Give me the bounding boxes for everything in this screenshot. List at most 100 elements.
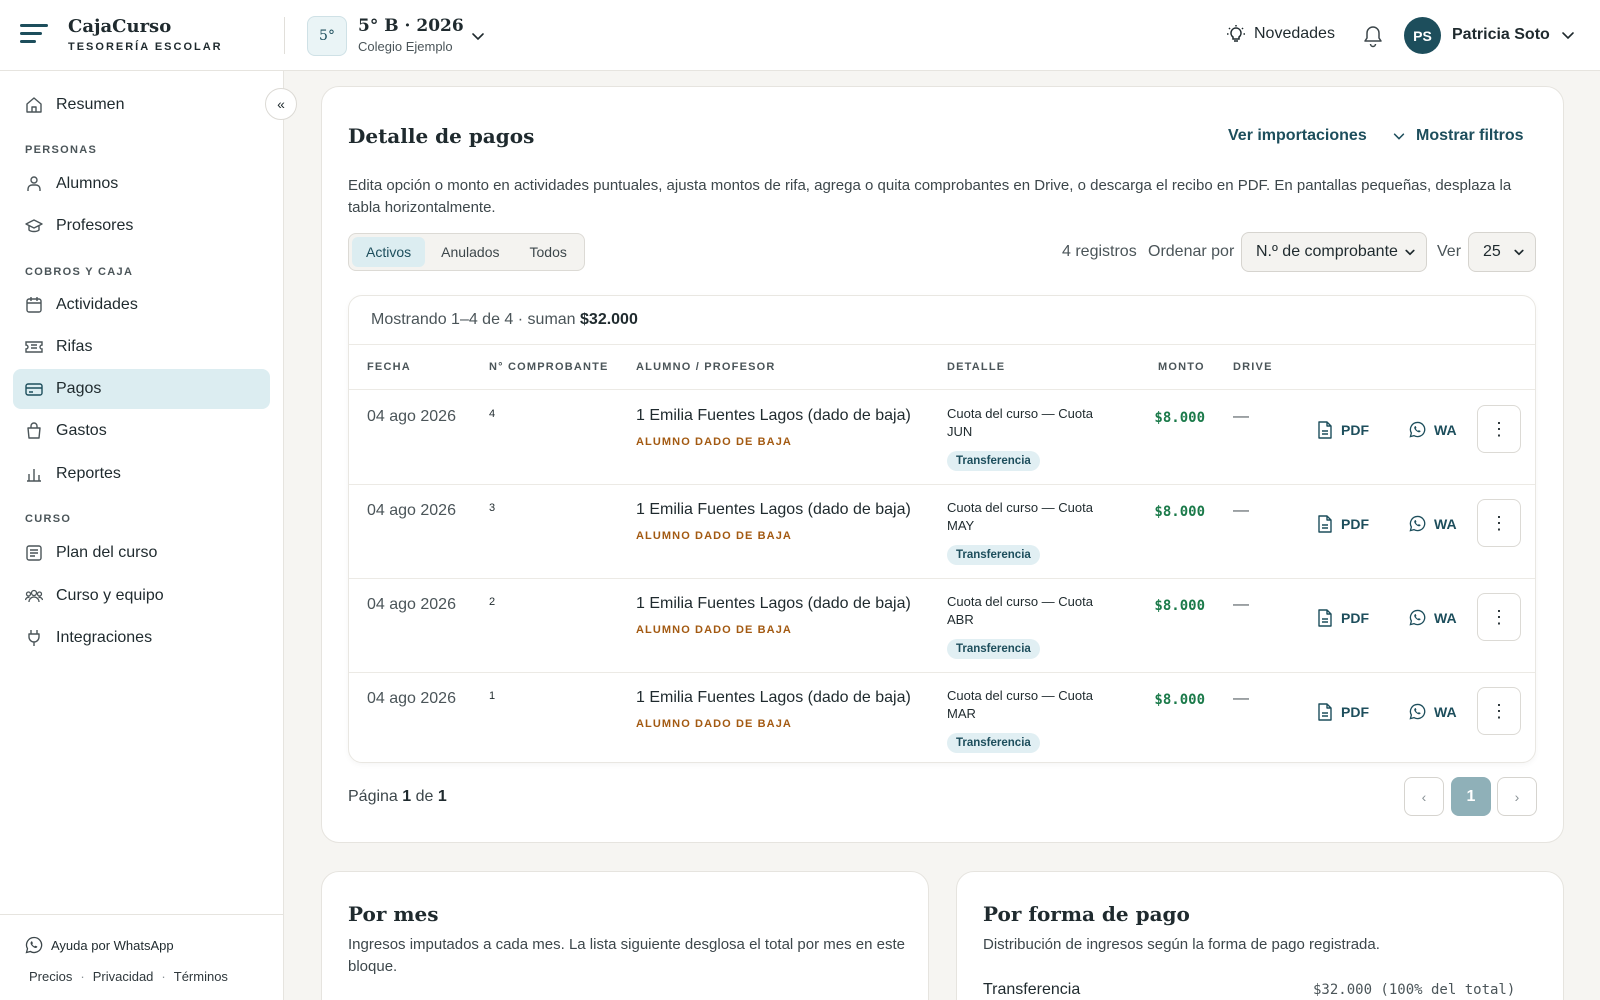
chevron-down-icon[interactable] [1560,27,1576,43]
more-actions-button[interactable]: ⋮ [1477,499,1521,547]
payment-method-badge: Transferencia [947,639,1040,659]
payment-method-badge: Transferencia [947,451,1040,471]
record-count: 4 registros [1062,243,1137,260]
document-icon [1318,703,1332,721]
row-student-name[interactable]: 1 Emilia Fuentes Lagos (dado de baja) [636,595,911,613]
section-curso: CURSO [25,513,72,525]
row-amount[interactable]: $8.000 [1129,692,1205,708]
row-receipt-number: 1 [489,690,496,702]
row-drive[interactable]: — [1233,408,1249,426]
more-actions-button[interactable]: ⋮ [1477,593,1521,641]
sort-select[interactable]: N.º de comprobante [1241,232,1427,272]
link-privacidad[interactable]: Privacidad [93,969,154,984]
row-detail: Cuota del curso — Cuota ABR [947,594,1093,627]
whatsapp-button[interactable]: WA [1409,421,1457,438]
more-actions-button[interactable]: ⋮ [1477,405,1521,453]
tab-activos[interactable]: Activos [352,237,426,267]
whatsapp-button[interactable]: WA [1409,609,1457,626]
tab-anulados[interactable]: Anulados [427,237,513,267]
sidebar-item-profesores[interactable]: Profesores [13,206,270,246]
pdf-button[interactable]: PDF [1317,421,1369,439]
row-status-flag: ALUMNO DADO DE BAJA [636,718,792,730]
sidebar-item-integraciones[interactable]: Integraciones [13,618,270,658]
por-mes-title: Por mes [348,902,439,926]
page-size-select[interactable]: 25 [1468,232,1536,272]
news-button[interactable]: Novedades [1226,24,1335,44]
sidebar-item-plan[interactable]: Plan del curso [13,533,270,573]
row-receipt-number: 3 [489,502,496,514]
page-1-button[interactable]: 1 [1451,777,1491,816]
chevron-down-icon [1405,249,1415,256]
view-imports-link[interactable]: Ver importaciones [1228,127,1367,145]
brand[interactable]: CajaCurso TESORERÍA ESCOLAR [68,16,223,53]
user-name[interactable]: Patricia Soto [1452,26,1550,44]
menu-icon[interactable] [20,24,48,46]
wa-label: WA [1434,609,1457,626]
course-selector[interactable]: 5° B · 2026 Colegio Ejemplo [358,16,464,54]
sidebar-item-rifas[interactable]: Rifas [13,327,270,367]
credit-card-icon [25,383,43,396]
pdf-button[interactable]: PDF [1317,515,1369,533]
page-title: Detalle de pagos [348,124,535,148]
pager-current: 1 [402,788,412,805]
avatar[interactable]: PS [1404,17,1441,54]
wa-label: WA [1434,515,1457,532]
row-status-flag: ALUMNO DADO DE BAJA [636,624,792,636]
row-amount[interactable]: $8.000 [1129,504,1205,520]
next-page-button[interactable]: › [1497,777,1537,816]
collapse-sidebar-button[interactable]: « [265,88,297,120]
row-drive[interactable]: — [1233,596,1249,614]
row-amount[interactable]: $8.000 [1129,410,1205,426]
row-student-name[interactable]: 1 Emilia Fuentes Lagos (dado de baja) [636,689,911,707]
col-comprobante[interactable]: N° COMPROBANTE [489,361,609,373]
row-student-name[interactable]: 1 Emilia Fuentes Lagos (dado de baja) [636,407,911,425]
more-actions-button[interactable]: ⋮ [1477,687,1521,735]
prev-page-button[interactable]: ‹ [1404,777,1444,816]
row-drive[interactable]: — [1233,690,1249,708]
table-summary: Mostrando 1–4 de 4 · suman $32.000 [371,311,638,329]
sidebar-item-gastos[interactable]: Gastos [13,411,270,451]
col-alumno[interactable]: ALUMNO / PROFESOR [636,361,776,373]
course-badge[interactable]: 5° [307,16,347,56]
document-icon [1318,515,1332,533]
col-detalle[interactable]: DETALLE [947,361,1005,373]
row-detail: Cuota del curso — Cuota JUN [947,406,1093,439]
sidebar-item-curso-equipo[interactable]: Curso y equipo [13,576,270,616]
pdf-button[interactable]: PDF [1317,609,1369,627]
sidebar-item-pagos[interactable]: Pagos [13,369,270,409]
col-monto[interactable]: MONTO [1158,361,1205,373]
bell-icon[interactable] [1362,24,1384,48]
sort-label: Ordenar por [1148,243,1235,260]
tab-todos[interactable]: Todos [516,237,581,267]
news-label: Novedades [1254,25,1335,42]
show-filters-button[interactable]: Mostrar filtros [1392,127,1524,145]
chevron-down-icon[interactable] [470,28,486,44]
sidebar-item-alumnos[interactable]: Alumnos [13,164,270,204]
pager-prefix: Página [348,788,398,805]
chevron-down-icon [1393,133,1405,140]
payment-method-badge: Transferencia [947,733,1040,753]
sidebar-item-resumen[interactable]: Resumen [13,85,270,125]
section-personas: PERSONAS [25,144,98,156]
sidebar-item-label: Alumnos [56,175,119,192]
link-terminos[interactable]: Términos [174,969,228,984]
show-filters-label: Mostrar filtros [1416,127,1524,144]
col-fecha[interactable]: FECHA [367,361,411,373]
row-detail: Cuota del curso — Cuota MAY [947,500,1093,533]
row-student-name[interactable]: 1 Emilia Fuentes Lagos (dado de baja) [636,501,911,519]
separator: · [80,969,85,984]
wa-label: WA [1434,421,1457,438]
pdf-button[interactable]: PDF [1317,703,1369,721]
whatsapp-button[interactable]: WA [1409,515,1457,532]
page-size-value: 25 [1483,243,1501,260]
brand-name: CajaCurso [68,16,172,37]
row-amount[interactable]: $8.000 [1129,598,1205,614]
row-drive[interactable]: — [1233,502,1249,520]
sidebar-item-label: Gastos [56,422,107,439]
sidebar-item-actividades[interactable]: Actividades [13,285,270,325]
link-precios[interactable]: Precios [29,969,72,984]
whatsapp-help-link[interactable]: Ayuda por WhatsApp [25,936,174,954]
sidebar-item-reportes[interactable]: Reportes [13,454,270,494]
whatsapp-button[interactable]: WA [1409,703,1457,720]
document-icon [1318,421,1332,439]
